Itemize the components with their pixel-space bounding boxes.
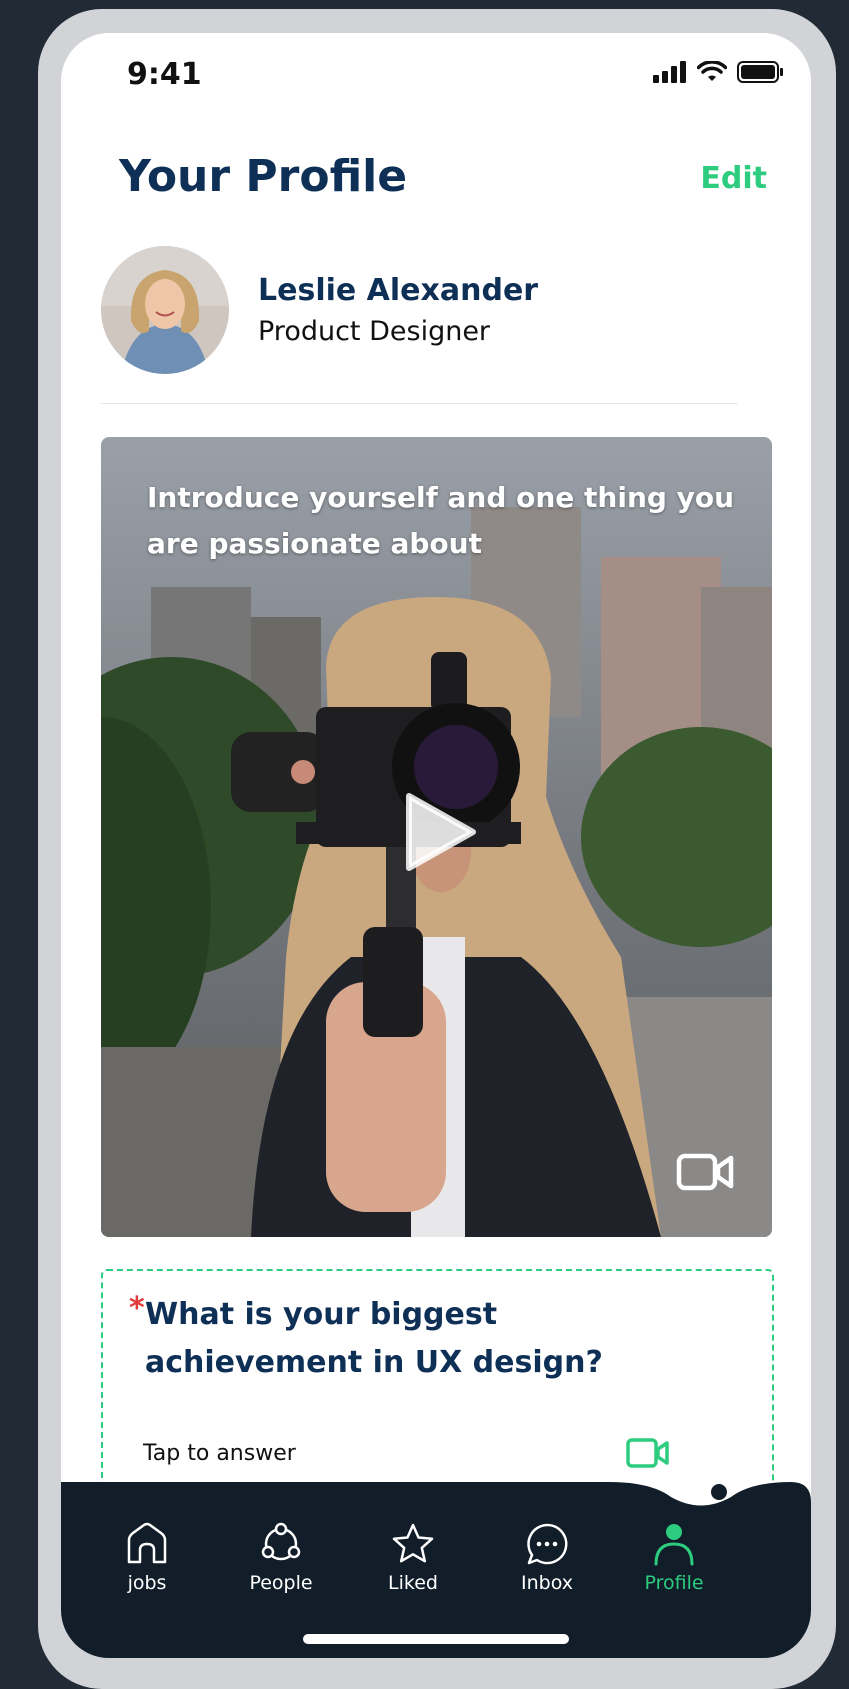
tab-label: People — [249, 1572, 313, 1594]
status-icons — [653, 61, 783, 83]
tab-jobs[interactable]: jobs — [92, 1522, 202, 1594]
video-prompt: Introduce yourself and one thing you are… — [147, 481, 735, 560]
tab-inbox[interactable]: Inbox — [492, 1522, 602, 1594]
tab-people[interactable]: People — [226, 1522, 336, 1594]
required-marker: * — [129, 1291, 145, 1326]
tab-liked[interactable]: Liked — [358, 1522, 468, 1594]
chat-icon — [527, 1523, 568, 1565]
video-camera-icon[interactable] — [676, 1152, 736, 1192]
record-video-icon[interactable] — [626, 1437, 670, 1469]
people-icon — [261, 1522, 301, 1561]
tab-label: Profile — [644, 1572, 704, 1594]
phone-screen: 9:41 Your Profile Edit Leslie Alexander … — [61, 33, 811, 1658]
home-indicator[interactable] — [303, 1634, 569, 1644]
tab-label: Inbox — [521, 1572, 573, 1594]
home-icon — [127, 1522, 167, 1564]
answer-prompt[interactable]: Tap to answer — [143, 1441, 296, 1466]
user-role: Product Designer — [258, 316, 491, 347]
profile-icon — [654, 1524, 694, 1566]
tab-bar: jobs People Liked Inbox Profile — [61, 1482, 811, 1658]
user-name: Leslie Alexander — [258, 273, 539, 308]
star-icon — [392, 1523, 434, 1563]
page-title: Your Profile — [119, 151, 408, 202]
question-text: What is your biggest achievement in UX d… — [145, 1297, 603, 1380]
status-time: 9:41 — [127, 57, 202, 92]
battery-icon — [737, 61, 783, 83]
active-tab-indicator — [711, 1484, 727, 1500]
tab-label: Liked — [388, 1572, 438, 1594]
intro-video-card[interactable]: Introduce yourself and one thing you are… — [101, 437, 772, 1237]
wifi-icon — [697, 61, 727, 81]
tab-label: jobs — [127, 1572, 167, 1594]
avatar[interactable] — [101, 246, 229, 374]
play-icon[interactable] — [401, 792, 481, 872]
tab-profile[interactable]: Profile — [619, 1522, 729, 1594]
divider — [101, 403, 738, 404]
signal-icon — [653, 61, 686, 83]
edit-button[interactable]: Edit — [700, 161, 767, 196]
